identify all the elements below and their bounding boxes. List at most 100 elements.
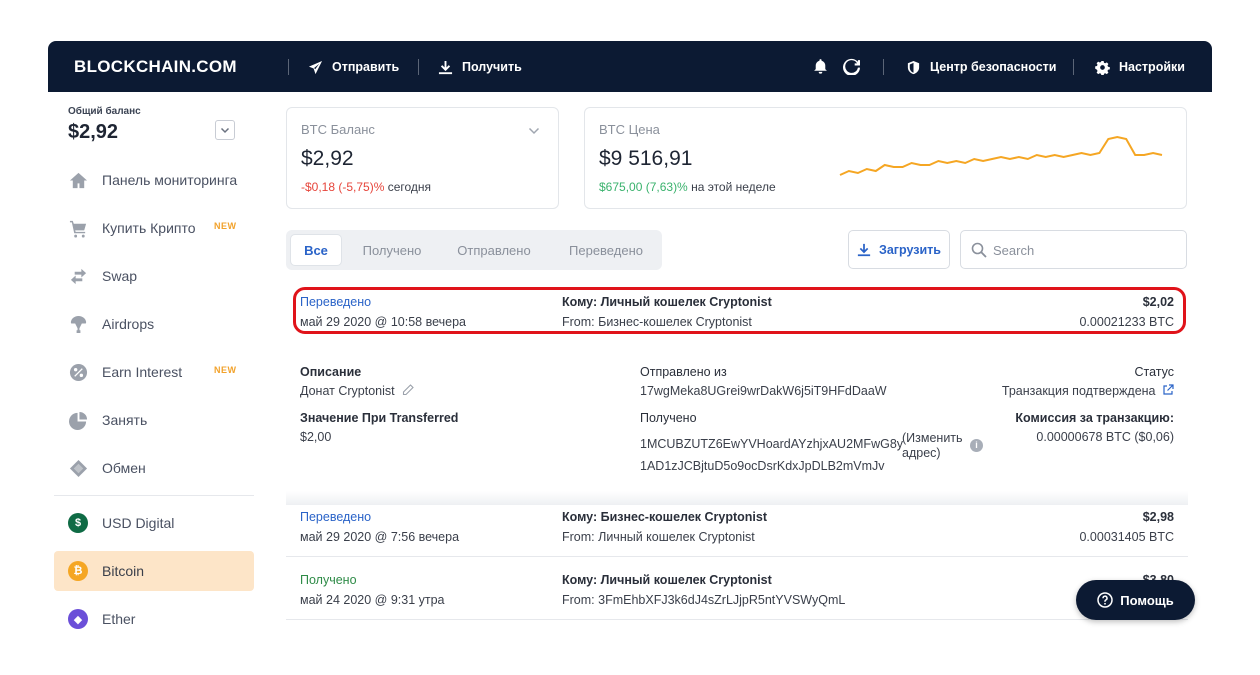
from-value: 3FmEhbXFJ3k6dJ4sZrLJjpR5ntYVSWyQmL [598, 593, 846, 607]
transaction-type: Получено [300, 573, 357, 587]
chevron-down-icon[interactable] [528, 126, 540, 136]
sidebar-item-borrow[interactable]: Занять [54, 400, 254, 440]
value-amount: $2,00 [300, 430, 332, 444]
question-icon [1097, 592, 1114, 608]
percent-icon [68, 362, 88, 382]
settings-label: Настройки [1119, 60, 1185, 74]
change-period: на этой неделе [691, 180, 776, 194]
change-address-link[interactable]: (Изменить адрес) [902, 431, 966, 461]
tab-received[interactable]: Получено [352, 234, 432, 266]
status-label: Статус [1134, 365, 1174, 379]
transaction-type: Переведено [300, 295, 372, 309]
sent-from-address[interactable]: 17wgMeka8UGrei9wrDakW6j5iT9HFdDaaW [640, 384, 887, 398]
help-button[interactable]: Помощь [1076, 580, 1195, 620]
transaction-btc: 0.00021233 BTC [1079, 315, 1174, 329]
sidebar-item-label: Swap [102, 268, 138, 284]
status-text: Транзакция подтверждена [1001, 384, 1156, 398]
received-label: Получено [640, 411, 697, 425]
airdrop-icon [68, 314, 88, 334]
transaction-usd: $2,98 [1142, 510, 1174, 524]
sidebar-item-airdrops[interactable]: Airdrops [54, 304, 254, 344]
balance-dropdown-button[interactable] [215, 120, 235, 140]
info-icon[interactable]: i [970, 439, 983, 452]
brand-logo[interactable]: BLOCKCHAIN.COM [74, 57, 237, 77]
app-window: BLOCKCHAIN.COM Отправить Получить Центр … [48, 41, 1212, 631]
sidebar-item-buy-crypto[interactable]: Купить Крипто NEW [54, 208, 254, 248]
shield-icon [907, 60, 920, 74]
transaction-to: Кому: Личный кошелек Cryptonist [562, 295, 772, 309]
divider [1073, 59, 1074, 75]
from-label: From: [562, 530, 595, 544]
transaction-row[interactable]: Переведено май 29 2020 @ 10:58 вечера Ко… [300, 291, 1174, 333]
total-balance-value: $2,92 [68, 121, 119, 143]
cart-icon [68, 218, 88, 238]
search-input[interactable] [993, 239, 1178, 261]
transaction-row[interactable]: Переведено май 29 2020 @ 7:56 вечера Ком… [300, 506, 1174, 548]
sidebar-item-dashboard[interactable]: Панель мониторинга [54, 160, 254, 200]
btc-price-value: $9 516,91 [599, 147, 693, 170]
sidebar-item-label: Ether [102, 611, 136, 627]
tab-sent[interactable]: Отправлено [442, 234, 546, 266]
exchange-icon [68, 458, 88, 478]
details-shadow [286, 491, 1188, 505]
btc-balance-card[interactable]: BTC Баланс $2,92 -$0,18 (-5,75)% сегодня [286, 107, 559, 209]
sidebar-item-label: Bitcoin [102, 563, 145, 579]
chevron-down-icon [220, 127, 230, 134]
btc-price-change: $675,00 (7,63)% на этой неделе [599, 180, 776, 194]
sent-from-label: Отправлено из [640, 365, 727, 379]
tab-all[interactable]: Все [290, 234, 342, 266]
to-label: Кому: [562, 573, 598, 587]
from-label: From: [562, 593, 595, 607]
transaction-from: From: 3FmEhbXFJ3k6dJ4sZrLJjpR5ntYVSWyQmL [562, 593, 845, 607]
search-icon [971, 242, 987, 258]
transaction-date: май 24 2020 @ 9:31 утра [300, 593, 445, 607]
security-label: Центр безопасности [930, 60, 1057, 74]
sidebar-item-exchange[interactable]: Обмен [54, 448, 254, 488]
description-label: Описание [300, 365, 362, 379]
value-label: Значение При Transferred [300, 411, 459, 425]
fee-label: Комиссия за транзакцию: [1015, 411, 1174, 425]
btc-balance-label: BTC Баланс [301, 122, 375, 137]
receive-button[interactable]: Получить [438, 58, 522, 76]
description-text: Донат Cryptonist [300, 384, 395, 398]
notifications-button[interactable] [812, 58, 829, 75]
pie-icon [68, 410, 88, 430]
send-button[interactable]: Отправить [308, 58, 399, 76]
to-value: Бизнес-кошелек Cryptonist [600, 510, 768, 524]
settings-button[interactable]: Настройки [1095, 58, 1185, 76]
download-button[interactable]: Загрузить [848, 230, 950, 269]
pencil-icon[interactable] [402, 384, 414, 396]
refresh-button[interactable] [843, 58, 860, 76]
download-icon [857, 243, 871, 256]
received-address[interactable]: 1AD1zJCBjtuD5o9ocDsrKdxJpDLB2mVmJv [640, 459, 885, 473]
sidebar-item-bitcoin[interactable]: ₿ Bitcoin [54, 551, 254, 591]
sidebar-item-usd-digital[interactable]: $ USD Digital [54, 503, 254, 543]
sidebar-item-label: Обмен [102, 460, 146, 476]
tab-transferred[interactable]: Переведено [554, 234, 658, 266]
bell-icon [814, 59, 827, 74]
help-label: Помощь [1120, 592, 1174, 608]
divider [418, 59, 419, 75]
sidebar-item-label: Airdrops [102, 316, 155, 332]
download-label: Загрузить [879, 242, 941, 257]
btc-balance-change: -$0,18 (-5,75)% сегодня [301, 180, 431, 194]
ether-icon: ◆ [68, 609, 88, 629]
transaction-row[interactable]: Получено май 24 2020 @ 9:31 утра Кому: Л… [300, 569, 1174, 611]
to-value: Личный кошелек Cryptonist [600, 573, 772, 587]
sparkline-path [839, 135, 1163, 176]
sidebar-item-swap[interactable]: Swap [54, 256, 254, 296]
sidebar-item-ether[interactable]: ◆ Ether [54, 599, 254, 631]
sidebar-item-label: Earn Interest [102, 364, 183, 380]
search-box [960, 230, 1187, 269]
status-link[interactable]: Транзакция подтверждена [1002, 384, 1174, 398]
from-value: Личный кошелек Cryptonist [598, 530, 755, 544]
transaction-btc: 0.00031405 BTC [1079, 530, 1174, 544]
received-address[interactable]: 1MCUBZUTZ6EwYVHoardAYzhjxAU2MFwG8y [640, 437, 903, 451]
download-icon [438, 60, 453, 74]
refresh-icon [843, 58, 860, 76]
new-badge: NEW [214, 365, 237, 375]
send-label: Отправить [332, 60, 400, 74]
security-center-button[interactable]: Центр безопасности [906, 58, 1056, 76]
sidebar-divider [54, 495, 254, 496]
sidebar-item-earn-interest[interactable]: Earn Interest NEW [54, 352, 254, 392]
